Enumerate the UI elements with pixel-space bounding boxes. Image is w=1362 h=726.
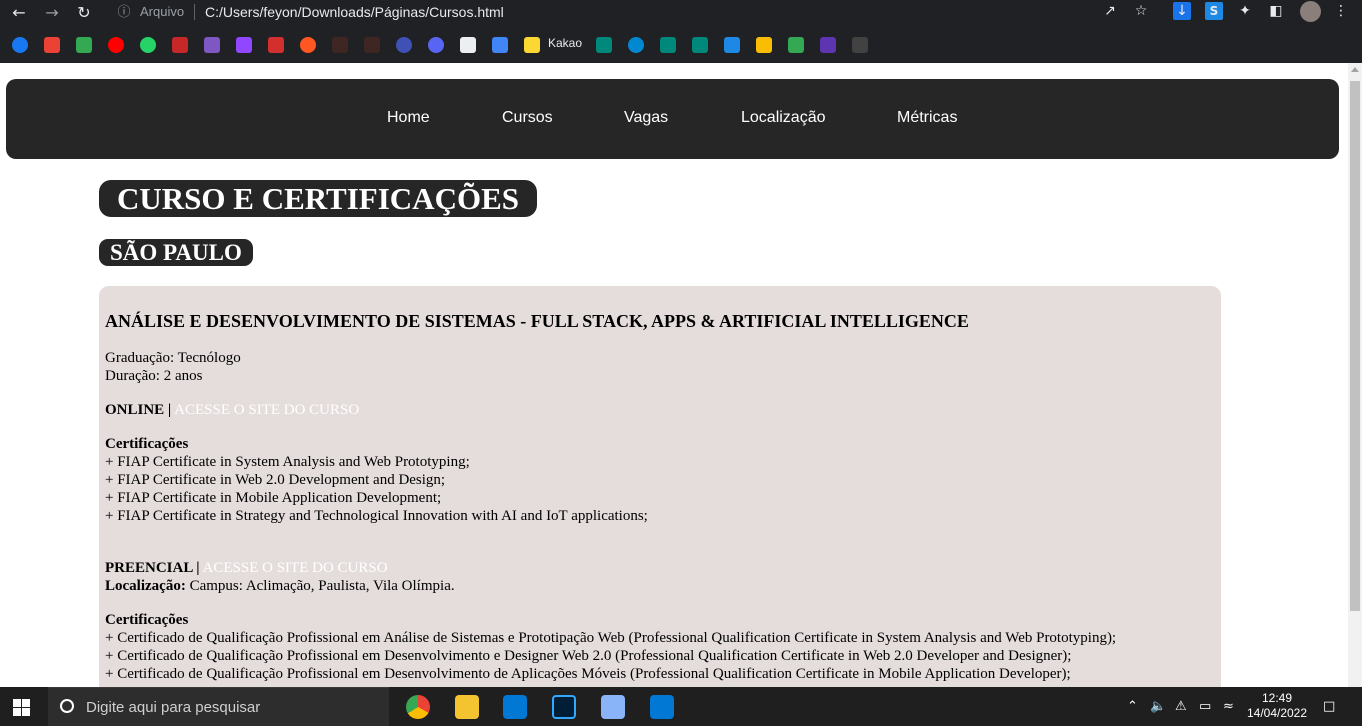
online-cert-item: + FIAP Certificate in Mobile Application… — [105, 490, 442, 506]
taskbar-clock[interactable]: 12:49 14/04/2022 — [1242, 691, 1312, 721]
address-separator — [194, 4, 195, 20]
bookmark-icon[interactable] — [756, 37, 772, 53]
profile-avatar[interactable] — [1300, 1, 1321, 22]
clock-date: 14/04/2022 — [1246, 706, 1308, 720]
page-title: CURSO E CERTIFICAÇÕES — [99, 180, 537, 217]
location-label: Localização: — [105, 578, 186, 594]
page-viewport: Home Cursos Vagas Localização Métricas C… — [0, 63, 1348, 687]
chrome-taskbar-icon[interactable] — [406, 695, 430, 719]
course-graduation: Graduação: Tecnólogo — [105, 350, 241, 366]
windows-start-icon[interactable] — [13, 699, 30, 716]
side-panel-icon[interactable]: ◧ — [1267, 2, 1285, 20]
nav-link-metricas[interactable]: Métricas — [897, 109, 957, 127]
browser-chrome: ← → ↻ ⓘ Arquivo C:/Users/feyon/Downloads… — [0, 0, 1362, 63]
online-cert-item: + FIAP Certificate in Web 2.0 Developmen… — [105, 472, 446, 488]
wifi-icon[interactable]: ≈ — [1223, 699, 1234, 714]
volume-icon[interactable]: 🔈 — [1150, 699, 1166, 714]
back-icon[interactable]: ← — [9, 3, 29, 23]
address-url[interactable]: C:/Users/feyon/Downloads/Páginas/Cursos.… — [205, 4, 504, 20]
presencial-cert-item: + Certificado de Qualificação Profission… — [105, 648, 1072, 664]
extensions-puzzle-icon[interactable]: ✦ — [1236, 2, 1254, 20]
bookmark-icon[interactable] — [660, 37, 676, 53]
menu-kebab-icon[interactable]: ⋮ — [1332, 2, 1350, 20]
youtube-bookmark-icon[interactable] — [108, 37, 124, 53]
scrollbar-thumb[interactable] — [1350, 81, 1360, 611]
app-taskbar-icon[interactable] — [601, 695, 625, 719]
bookmark-icon[interactable] — [596, 37, 612, 53]
online-cert-item: + FIAP Certificate in Strategy and Techn… — [105, 508, 648, 524]
drive-bookmark-icon[interactable] — [788, 37, 804, 53]
presencial-course-link[interactable]: ACESSE O SITE DO CURSO — [203, 560, 388, 576]
location-value: Campus: Aclimação, Paulista, Vila Olímpi… — [189, 578, 455, 594]
twitch-bookmark-icon[interactable] — [236, 37, 252, 53]
presencial-certifications-heading: Certificações — [105, 612, 189, 628]
file-explorer-taskbar-icon[interactable] — [455, 695, 479, 719]
online-row: ONLINE | ACESSE O SITE DO CURSO — [105, 401, 359, 419]
nav-link-vagas[interactable]: Vagas — [624, 109, 668, 127]
share-icon[interactable]: ↗ — [1101, 2, 1119, 20]
presencial-cert-item: + Certificado de Qualificação Profission… — [105, 630, 1117, 646]
bookmark-star-icon[interactable]: ☆ — [1132, 2, 1150, 20]
course-card: ANÁLISE E DESENVOLVIMENTO DE SISTEMAS - … — [99, 286, 1221, 687]
bookmark-icon[interactable] — [692, 37, 708, 53]
bookmark-icon[interactable] — [724, 37, 740, 53]
photoshop-taskbar-icon[interactable] — [552, 695, 576, 719]
online-certifications-heading: Certificações — [105, 436, 189, 452]
site-navbar: Home Cursos Vagas Localização Métricas — [6, 79, 1339, 159]
bookmark-icon[interactable] — [172, 37, 188, 53]
scroll-up-arrow-icon[interactable] — [1351, 67, 1359, 72]
address-bar-row: ← → ↻ ⓘ Arquivo C:/Users/feyon/Downloads… — [0, 0, 1362, 26]
bookmark-icon[interactable] — [852, 37, 868, 53]
address-info-label: Arquivo — [140, 4, 185, 19]
facebook-bookmark-icon[interactable] — [12, 37, 28, 53]
windows-taskbar: Digite aqui para pesquisar ⌃ 🔈 ⚠ ▭ ≈ 12:… — [0, 687, 1362, 726]
bookmark-kakao-label[interactable]: Kakao — [548, 36, 582, 50]
bookmark-icon[interactable] — [268, 37, 284, 53]
nav-link-home[interactable]: Home — [387, 109, 430, 127]
translate-bookmark-icon[interactable] — [492, 37, 508, 53]
search-icon — [60, 699, 74, 713]
course-duration: Duração: 2 anos — [105, 368, 203, 384]
store-taskbar-icon[interactable] — [503, 695, 527, 719]
battery-icon[interactable]: ▭ — [1199, 699, 1211, 714]
reload-icon[interactable]: ↻ — [74, 3, 94, 23]
info-icon[interactable]: ⓘ — [114, 3, 134, 23]
tray-chevron-icon[interactable]: ⌃ — [1127, 699, 1138, 714]
city-heading: SÃO PAULO — [99, 239, 253, 266]
online-label: ONLINE | — [105, 402, 172, 418]
nav-link-localizacao[interactable]: Localização — [741, 109, 826, 127]
taskbar-search-input[interactable]: Digite aqui para pesquisar — [86, 699, 260, 716]
notifications-icon[interactable]: □ — [1323, 699, 1335, 714]
vscode-taskbar-icon[interactable] — [650, 695, 674, 719]
presencial-row: PREENCIAL | ACESSE O SITE DO CURSO — [105, 559, 388, 577]
bookmarks-bar — [0, 32, 1362, 58]
taskbar-search-box[interactable]: Digite aqui para pesquisar — [48, 687, 389, 726]
bookmark-icon[interactable] — [332, 37, 348, 53]
clock-time: 12:49 — [1261, 691, 1293, 705]
bookmark-icon[interactable] — [628, 37, 644, 53]
online-course-link[interactable]: ACESSE O SITE DO CURSO — [174, 402, 359, 418]
drive-bookmark-icon[interactable] — [76, 37, 92, 53]
network-error-icon[interactable]: ⚠ — [1175, 699, 1187, 714]
bookmark-icon[interactable] — [396, 37, 412, 53]
bookmark-icon[interactable] — [820, 37, 836, 53]
gmail-bookmark-icon[interactable] — [44, 37, 60, 53]
bookmark-icon[interactable] — [364, 37, 380, 53]
s-extension-icon[interactable]: S — [1205, 2, 1223, 20]
presencial-cert-item: + Certificado de Qualificação Profission… — [105, 666, 1071, 682]
course-name: ANÁLISE E DESENVOLVIMENTO DE SISTEMAS - … — [105, 311, 969, 331]
whatsapp-bookmark-icon[interactable] — [140, 37, 156, 53]
discord-bookmark-icon[interactable] — [428, 37, 444, 53]
bookmark-icon[interactable] — [460, 37, 476, 53]
vertical-scrollbar[interactable] — [1348, 63, 1362, 687]
online-cert-item: + FIAP Certificate in System Analysis an… — [105, 454, 470, 470]
forward-icon[interactable]: → — [42, 3, 62, 23]
folder-bookmark-icon[interactable] — [524, 37, 540, 53]
bookmark-icon[interactable] — [300, 37, 316, 53]
presencial-label: PREENCIAL | — [105, 560, 200, 576]
bookmark-icon[interactable] — [204, 37, 220, 53]
download-extension-icon[interactable]: ↓ — [1173, 2, 1191, 20]
presencial-location: Localização: Campus: Aclimação, Paulista… — [105, 577, 455, 595]
nav-link-cursos[interactable]: Cursos — [502, 109, 553, 127]
